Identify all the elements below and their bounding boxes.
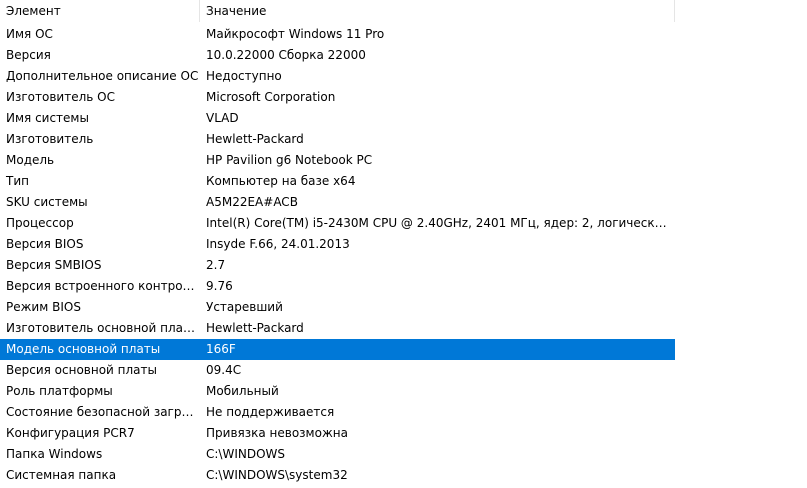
row-element-cell: Версия — [6, 48, 51, 62]
table-header: Элемент Значение — [0, 0, 675, 22]
table-row[interactable]: Тип Компьютер на базе x64 — [0, 171, 675, 192]
table-row[interactable]: Версия встроенного контролл... 9.76 — [0, 276, 675, 297]
row-element-cell: Изготовитель — [6, 132, 94, 146]
row-element-cell: Имя системы — [6, 111, 89, 125]
row-element-cell: Папка Windows — [6, 447, 103, 461]
row-value-cell: Привязка невозможна — [206, 426, 348, 440]
row-element-cell: Конфигурация PCR7 — [6, 426, 135, 440]
row-value-cell: Недоступно — [206, 69, 282, 83]
row-value-cell: Не поддерживается — [206, 405, 335, 419]
row-value-cell: Майкрософт Windows 11 Pro — [206, 27, 385, 41]
row-element-cell: Тип — [6, 174, 29, 188]
table-body: Имя ОС Майкрософт Windows 11 Pro Версия … — [0, 24, 675, 486]
row-value-cell: 9.76 — [206, 279, 233, 293]
table-row[interactable]: Папка Windows C:\WINDOWS — [0, 444, 675, 465]
row-value-cell: HP Pavilion g6 Notebook PC — [206, 153, 373, 167]
row-value-cell: Microsoft Corporation — [206, 90, 336, 104]
row-element-cell: Версия BIOS — [6, 237, 84, 251]
table-row[interactable]: Версия BIOS Insyde F.66, 24.01.2013 — [0, 234, 675, 255]
table-row[interactable]: Изготовитель Hewlett-Packard — [0, 129, 675, 150]
row-value-cell: 166F — [206, 342, 236, 356]
table-row-selected[interactable]: Модель основной платы 166F — [0, 339, 675, 360]
row-element-cell: Версия основной платы — [6, 363, 157, 377]
table-row[interactable]: Изготовитель основной платы Hewlett-Pack… — [0, 318, 675, 339]
row-element-cell: Имя ОС — [6, 27, 53, 41]
row-element-cell: Состояние безопасной загруз... — [6, 405, 199, 419]
table-row[interactable]: Версия SMBIOS 2.7 — [0, 255, 675, 276]
row-value-cell: Компьютер на базе x64 — [206, 174, 356, 188]
row-element-cell: Системная папка — [6, 468, 117, 482]
row-value-cell: Insyde F.66, 24.01.2013 — [206, 237, 350, 251]
row-element-cell: Роль платформы — [6, 384, 113, 398]
row-value-cell: Intel(R) Core(TM) i5-2430M CPU @ 2.40GHz… — [206, 216, 674, 230]
row-value-cell: Устаревший — [206, 300, 283, 314]
row-element-cell: Режим BIOS — [6, 300, 81, 314]
row-element-cell: Версия SMBIOS — [6, 258, 102, 272]
table-row[interactable]: Системная папка C:\WINDOWS\system32 — [0, 465, 675, 486]
row-value-cell: C:\WINDOWS — [206, 447, 286, 461]
row-value-cell: 2.7 — [206, 258, 226, 272]
row-value-cell: 09.4C — [206, 363, 242, 377]
table-row[interactable]: Изготовитель ОС Microsoft Corporation — [0, 87, 675, 108]
table-row[interactable]: Модель HP Pavilion g6 Notebook PC — [0, 150, 675, 171]
row-element-cell: Модель основной платы — [6, 342, 161, 356]
table-row[interactable]: Конфигурация PCR7 Привязка невозможна — [0, 423, 675, 444]
table-row[interactable]: Роль платформы Мобильный — [0, 381, 675, 402]
column-header-value[interactable]: Значение — [200, 0, 674, 22]
table-row[interactable]: Процессор Intel(R) Core(TM) i5-2430M CPU… — [0, 213, 675, 234]
row-element-cell: Изготовитель ОС — [6, 90, 115, 104]
row-element-cell: Дополнительное описание ОС — [6, 69, 199, 83]
row-value-cell: Hewlett-Packard — [206, 132, 304, 146]
table-row[interactable]: Имя системы VLAD — [0, 108, 675, 129]
column-resize-handle[interactable] — [674, 0, 675, 22]
system-summary-table: Элемент Значение Имя ОС Майкрософт Windo… — [0, 0, 807, 488]
row-value-cell: Мобильный — [206, 384, 279, 398]
row-element-cell: Изготовитель основной платы — [6, 321, 199, 335]
row-element-cell: Версия встроенного контролл... — [6, 279, 199, 293]
table-row[interactable]: Версия 10.0.22000 Сборка 22000 — [0, 45, 675, 66]
row-value-cell: Hewlett-Packard — [206, 321, 304, 335]
table-row[interactable]: Дополнительное описание ОС Недоступно — [0, 66, 675, 87]
table-row[interactable]: Имя ОС Майкрософт Windows 11 Pro — [0, 24, 675, 45]
row-element-cell: SKU системы — [6, 195, 88, 209]
row-value-cell: 10.0.22000 Сборка 22000 — [206, 48, 366, 62]
row-value-cell: A5M22EA#ACB — [206, 195, 298, 209]
table-row[interactable]: Версия основной платы 09.4C — [0, 360, 675, 381]
table-row[interactable]: Состояние безопасной загруз... Не поддер… — [0, 402, 675, 423]
row-element-cell: Модель — [6, 153, 55, 167]
row-value-cell: C:\WINDOWS\system32 — [206, 468, 348, 482]
table-row[interactable]: Режим BIOS Устаревший — [0, 297, 675, 318]
table-row[interactable]: SKU системы A5M22EA#ACB — [0, 192, 675, 213]
column-header-element[interactable]: Элемент — [0, 0, 199, 22]
row-element-cell: Процессор — [6, 216, 74, 230]
row-value-cell: VLAD — [206, 111, 239, 125]
